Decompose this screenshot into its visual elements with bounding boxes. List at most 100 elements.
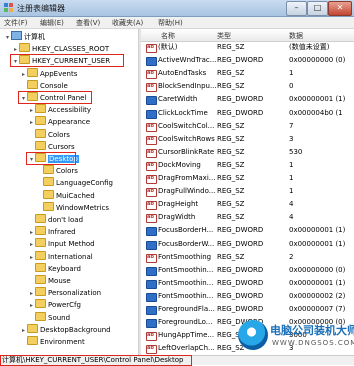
tree-expander-icon[interactable]: ▸	[20, 325, 27, 336]
tree-item-label: Personalization	[48, 289, 102, 298]
list-row[interactable]: CaretWidth REG_DWORD 0x00000001 (1)	[141, 94, 354, 106]
tree-item[interactable]: Cursors	[28, 140, 75, 152]
value-type: REG_DWORD	[217, 108, 264, 117]
column-header-data[interactable]: 数据	[289, 31, 303, 41]
tree-item[interactable]: WindowMetrics	[36, 201, 109, 213]
tree-item[interactable]: Mouse	[28, 275, 71, 286]
list-row[interactable]: ActiveWndTrac... REG_DWORD 0x00000000 (0)	[141, 55, 354, 67]
list-row[interactable]: DragFullWindo...REG_SZ 1	[141, 186, 354, 198]
folder-icon	[35, 226, 46, 236]
maximize-button[interactable]: □	[307, 1, 328, 16]
list-row[interactable]: CoolSwitchRowsREG_SZ 3	[141, 134, 354, 145]
list-row[interactable]: FocusBorderH... REG_DWORD 0x00000001 (1)	[141, 225, 354, 237]
list-row[interactable]: FontSmoothin... REG_DWORD 0x00000002 (2)	[141, 291, 354, 302]
string-value-icon	[146, 186, 157, 198]
value-data: 3	[289, 134, 294, 143]
tree-expander-icon[interactable]: ▸	[28, 227, 35, 238]
folder-icon	[35, 238, 46, 248]
folder-icon	[35, 311, 46, 321]
tree-expander-icon[interactable]: ▸	[28, 117, 35, 128]
tree-item[interactable]: Colors	[36, 165, 78, 176]
menu-file[interactable]: 文件(F)	[4, 18, 28, 28]
list-row[interactable]: ForegroundFla... REG_DWORD 0x00000007 (7)	[141, 304, 354, 315]
list-row[interactable]: CoolSwitchCol...REG_SZ 7	[141, 121, 354, 132]
value-data: 0x00000007 (7)	[289, 305, 346, 313]
tree-item[interactable]: LanguageConfig	[36, 177, 113, 188]
string-value-icon	[146, 121, 157, 132]
tree-item[interactable]: ▸ Personalization	[28, 287, 101, 298]
dword-value-icon	[146, 279, 157, 289]
tree-expander-icon[interactable]: ▸	[28, 300, 35, 311]
list-row[interactable]: FontSmoothing REG_SZ 2	[141, 252, 354, 263]
list-row[interactable]: CursorBlinkRateREG_SZ 530	[141, 147, 354, 158]
value-name: BlockSendInpu...	[158, 82, 217, 91]
value-data: 0x00000001 (1)	[289, 95, 346, 104]
tree-expander-icon[interactable]: ▾	[4, 32, 11, 43]
tree-item[interactable]: ▸ Accessibility	[28, 104, 91, 115]
list-row[interactable]: DragHeight REG_SZ 4	[141, 199, 354, 211]
tree-item[interactable]: ▸ AppEvents	[20, 67, 77, 80]
registry-tree[interactable]: ▾ 计算机 ▸ HKEY_CLASSES_ROOT ▾ HKEY_CURRENT_USER…	[0, 29, 138, 355]
list-row[interactable]: DragFromMaxi...REG_SZ 1	[141, 173, 354, 184]
value-data: 0x00000001 (1)	[289, 226, 346, 235]
tree-item[interactable]: MuiCached	[36, 189, 95, 201]
tree-expander-icon[interactable]: ▸	[28, 288, 35, 299]
value-data: 4	[289, 200, 294, 209]
list-row[interactable]: FocusBorderW... REG_DWORD 0x00000001 (1)	[141, 239, 354, 250]
value-name: HungAppTime...	[158, 331, 215, 340]
menu-bar: 文件(F) 编辑(E) 查看(V) 收藏夹(A) 帮助(H)	[0, 17, 354, 29]
value-list[interactable]: 名称 类型 数据 (默认) REG_SZ (数值未设置) ActiveWndTrac.…	[141, 29, 354, 355]
tree-item[interactable]: Console	[20, 79, 68, 91]
tree-item[interactable]: ▸ Appearance	[28, 116, 90, 127]
value-name: FontSmoothin...	[158, 265, 214, 274]
value-type: REG_DWORD	[217, 278, 264, 287]
highlight-box-status	[0, 355, 192, 366]
value-name: CoolSwitchCol...	[158, 121, 215, 130]
tree-item-label: Accessibility	[48, 106, 92, 115]
list-row[interactable]: AutoEndTasks REG_SZ 1	[141, 68, 354, 80]
list-row[interactable]: FontSmoothin... REG_DWORD 0x00000000 (0)	[141, 265, 354, 276]
value-name: FontSmoothin...	[158, 291, 214, 300]
list-row[interactable]: BlockSendInpu...REG_SZ 0	[141, 81, 354, 93]
column-header-name[interactable]: 名称	[161, 31, 175, 41]
dword-value-icon	[146, 227, 157, 237]
tree-item[interactable]: ▸ HKEY_CLASSES_ROOT	[12, 43, 109, 54]
tree-expander-icon[interactable]: ▸	[28, 252, 35, 263]
tree-item[interactable]: ▸ Input Method	[28, 238, 95, 249]
tree-item[interactable]: Sound	[28, 311, 70, 323]
tree-item[interactable]: ▾ 计算机	[4, 31, 45, 42]
value-name: ActiveWndTrac...	[158, 56, 217, 65]
list-row[interactable]: FontSmoothin... REG_DWORD 0x00000001 (1)	[141, 278, 354, 289]
tree-item[interactable]: ▸ Infrared	[28, 226, 76, 237]
tree-expander-icon[interactable]: ▸	[28, 239, 35, 250]
tree-item[interactable]: Environment	[20, 336, 85, 347]
folder-icon	[35, 116, 46, 126]
column-header-type[interactable]: 类型	[217, 31, 231, 41]
tree-item[interactable]: Keyboard	[28, 262, 81, 274]
value-name: ForegroundLo...	[158, 318, 213, 327]
menu-edit[interactable]: 编辑(E)	[40, 18, 64, 28]
tree-item[interactable]: Colors	[28, 128, 70, 140]
tree-item-label: LanguageConfig	[56, 179, 114, 188]
list-row[interactable]: DockMoving REG_SZ 1	[141, 160, 354, 171]
list-row[interactable]: DragWidth REG_SZ 4	[141, 212, 354, 224]
tree-item[interactable]: ▸ PowerCfg	[28, 299, 81, 310]
list-row[interactable]: (默认) REG_SZ (数值未设置)	[141, 42, 354, 53]
tree-item[interactable]: don't load	[28, 214, 83, 225]
tree-expander-icon[interactable]: ▸	[28, 105, 35, 116]
menu-help[interactable]: 帮助(H)	[158, 18, 183, 28]
tree-item-label: Console	[40, 81, 68, 90]
value-type: REG_SZ	[217, 174, 245, 182]
minimize-button[interactable]: –	[286, 1, 307, 16]
folder-icon	[35, 287, 46, 297]
value-type: REG_DWORD	[217, 305, 264, 313]
tree-item[interactable]: ▸ International	[28, 250, 93, 263]
close-button[interactable]: ✕	[328, 1, 352, 16]
menu-favorites[interactable]: 收藏夹(A)	[112, 18, 143, 28]
list-row[interactable]: ClickLockTime REG_DWORD 0x000004b0 (1	[141, 108, 354, 119]
tree-item[interactable]: ▸ DesktopBackground	[20, 323, 111, 336]
value-data: 0x00000000 (0)	[289, 56, 346, 65]
menu-view[interactable]: 查看(V)	[76, 18, 100, 28]
tree-expander-icon[interactable]: ▸	[20, 69, 27, 80]
title-bar: 注册表编辑器 – □ ✕	[0, 0, 354, 17]
